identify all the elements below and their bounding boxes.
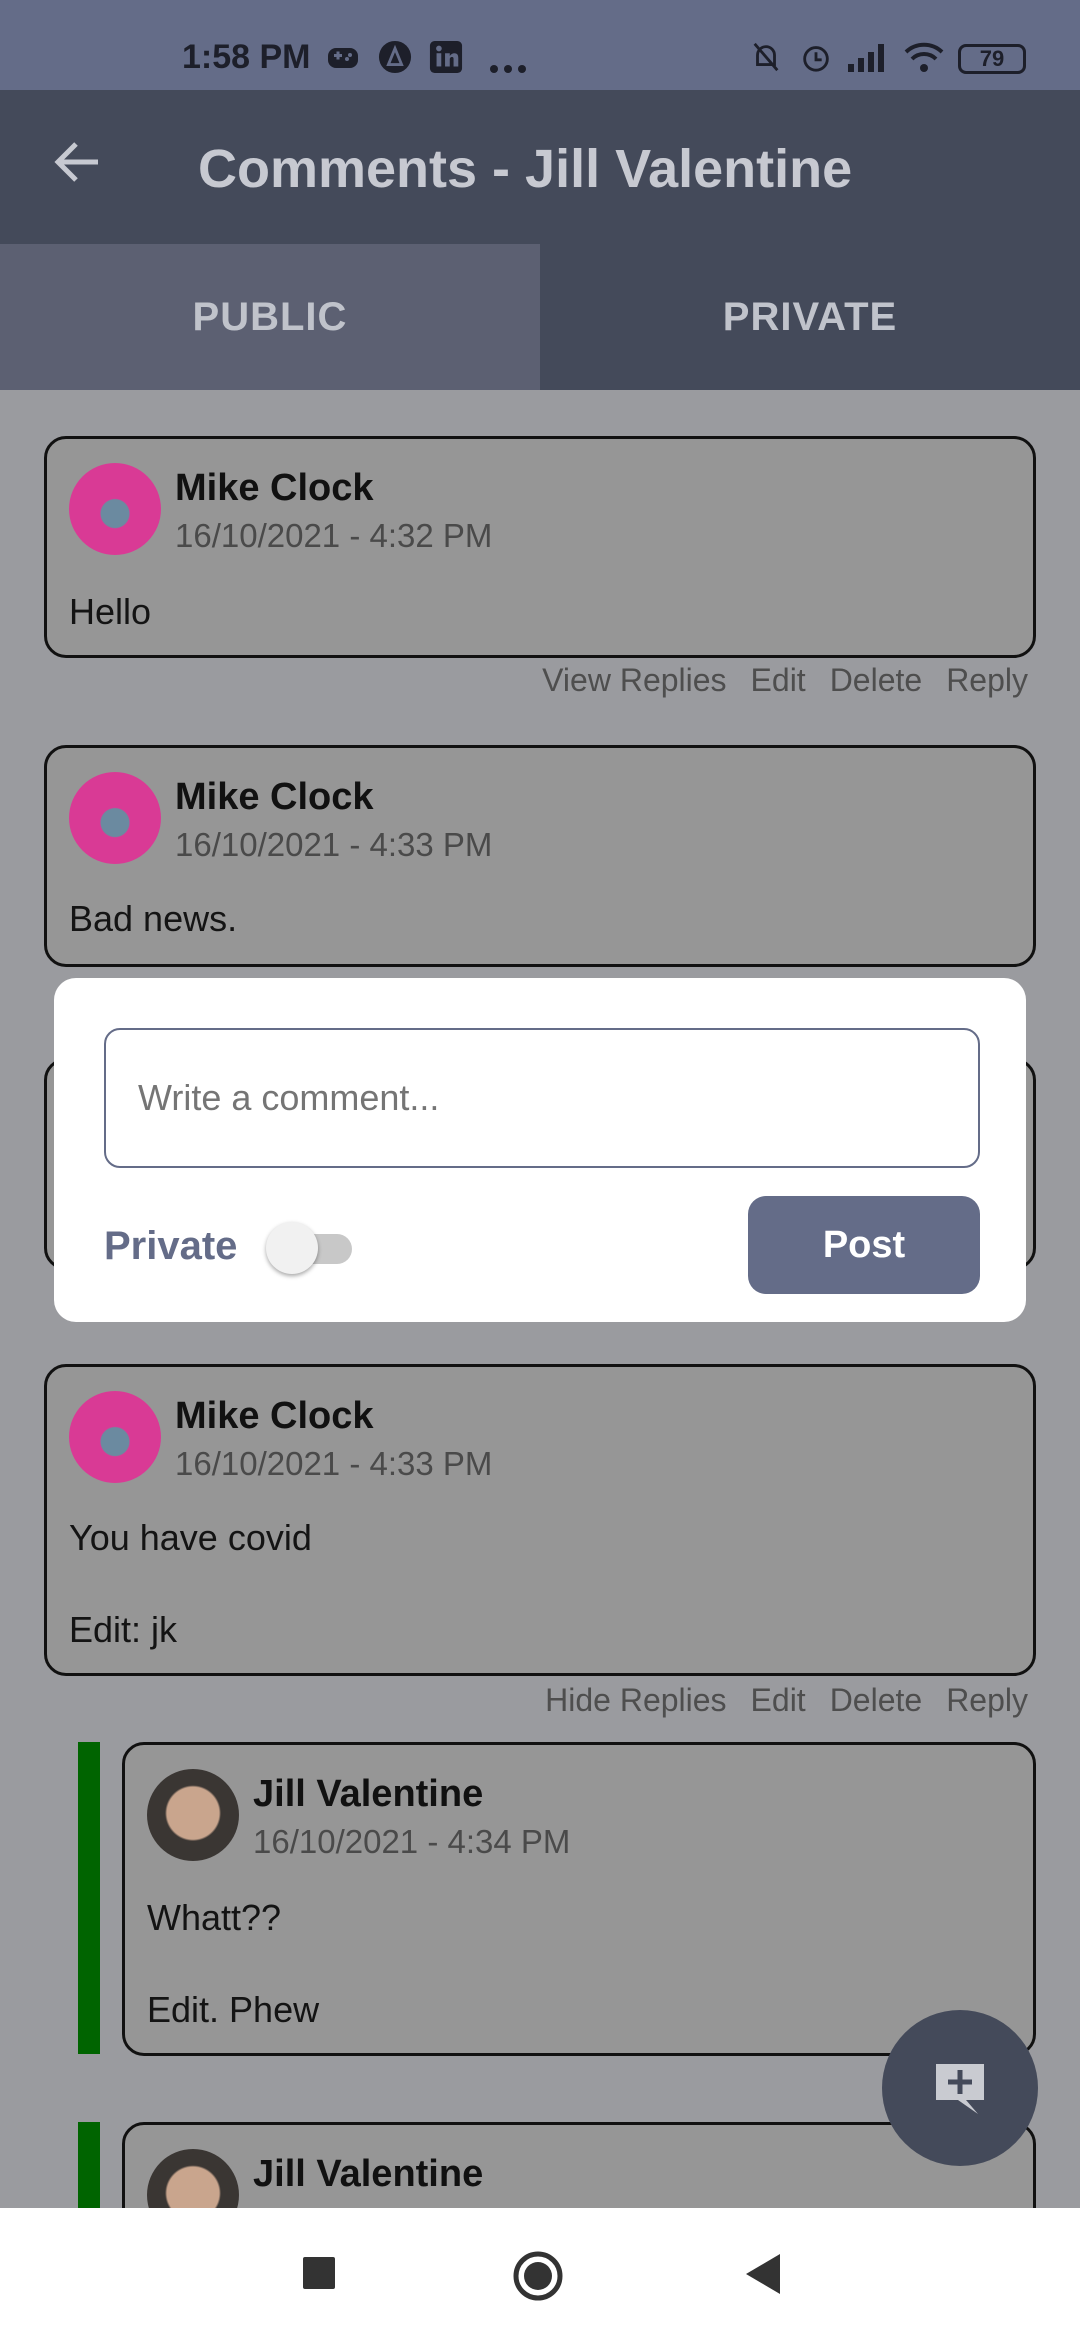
reply-link[interactable]: Reply — [946, 662, 1028, 699]
back-triangle-icon[interactable] — [742, 2252, 782, 2296]
comment-body-line: Edit: jk — [69, 1609, 178, 1650]
recents-square-icon[interactable] — [302, 2256, 336, 2290]
home-circle-icon[interactable] — [512, 2250, 564, 2302]
comment-author: Mike Clock — [175, 1395, 374, 1437]
add-comment-icon — [936, 2064, 984, 2114]
edit-link[interactable]: Edit — [751, 1682, 806, 1719]
comment-author: Mike Clock — [175, 467, 374, 509]
reply-body-line: Edit. Phew — [147, 1989, 320, 2030]
toggle-knob — [266, 1222, 318, 1274]
reply-timestamp: 16/10/2021 - 4:34 PM — [253, 1823, 571, 1860]
status-time: 1:58 PM — [182, 38, 311, 76]
arrow-back-icon[interactable] — [50, 134, 106, 190]
status-bar: 1:58 PM 79 — [0, 0, 1080, 90]
tab-bar: PUBLIC PRIVATE — [0, 244, 1080, 390]
reply-author: Jill Valentine — [253, 2153, 484, 2195]
comment-body-line: You have covid — [69, 1517, 312, 1558]
gamepad-icon — [328, 48, 358, 68]
comment-body: Bad news. — [69, 898, 238, 939]
reply-thread-bar — [78, 2122, 100, 2208]
reply-thread-bar — [78, 1742, 100, 2054]
wifi-icon — [904, 42, 944, 72]
reply-author: Jill Valentine — [253, 1773, 484, 1815]
comment-card: Mike Clock 16/10/2021 - 4:33 PM Bad news… — [44, 745, 1036, 967]
avatar — [69, 463, 161, 555]
app-bar: Comments - Jill Valentine — [0, 90, 1080, 244]
edit-link[interactable]: Edit — [751, 662, 806, 699]
avatar — [69, 1391, 161, 1483]
private-toggle[interactable] — [266, 1218, 352, 1274]
more-icon — [490, 65, 526, 73]
hide-replies-link[interactable]: Hide Replies — [545, 1682, 726, 1719]
delete-link[interactable]: Delete — [830, 1682, 923, 1719]
comment-actions: Hide Replies Edit Delete Reply — [545, 1682, 1028, 1719]
add-comment-button[interactable] — [882, 2010, 1038, 2166]
tab-private[interactable]: PRIVATE — [540, 244, 1080, 390]
signal-icon — [848, 44, 884, 72]
reply-link[interactable]: Reply — [946, 1682, 1028, 1719]
comment-dialog: Private Post — [54, 978, 1026, 1322]
bell-off-icon — [753, 42, 779, 72]
comment-input[interactable] — [104, 1028, 980, 1168]
page-title: Comments - Jill Valentine — [198, 139, 853, 199]
avatar — [147, 2149, 239, 2208]
post-button[interactable]: Post — [748, 1196, 980, 1294]
comment-author: Mike Clock — [175, 776, 374, 818]
avatar — [147, 1769, 239, 1861]
linkedin-icon — [429, 40, 463, 74]
comment-timestamp: 16/10/2021 - 4:33 PM — [175, 1445, 493, 1482]
private-label: Private — [104, 1224, 238, 1268]
comment-card: Mike Clock 16/10/2021 - 4:32 PM Hello — [44, 436, 1036, 658]
a-circle-icon — [378, 40, 412, 74]
comment-actions: View Replies Edit Delete Reply — [542, 662, 1028, 699]
comment-timestamp: 16/10/2021 - 4:32 PM — [175, 517, 493, 554]
reply-card: Jill Valentine 16/10/2021 - 4:34 PM What… — [122, 1742, 1036, 2056]
reply-body-line: Whatt?? — [147, 1897, 282, 1938]
view-replies-link[interactable]: View Replies — [542, 662, 726, 699]
comment-card: Mike Clock 16/10/2021 - 4:33 PM You have… — [44, 1364, 1036, 1676]
comment-timestamp: 16/10/2021 - 4:33 PM — [175, 826, 493, 863]
delete-link[interactable]: Delete — [830, 662, 923, 699]
avatar — [69, 772, 161, 864]
system-nav-bar — [0, 2208, 1080, 2340]
battery-level: 79 — [979, 46, 1005, 71]
battery-icon: 79 — [958, 44, 1026, 74]
comment-body: Hello — [69, 591, 152, 632]
tab-public[interactable]: PUBLIC — [0, 244, 540, 390]
alarm-icon — [803, 46, 829, 72]
